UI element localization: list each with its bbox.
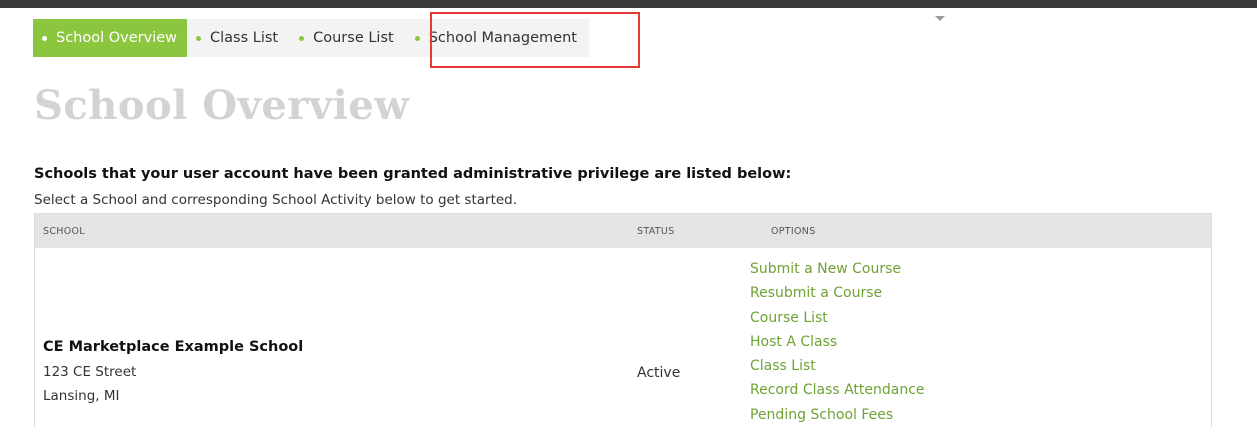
tab-label: School Overview: [56, 30, 178, 46]
table-header: SCHOOL STATUS OPTIONS: [35, 214, 1211, 248]
table-row: CE Marketplace Example School 123 CE Str…: [35, 248, 1211, 427]
intro-instructions: Select a School and corresponding School…: [34, 192, 518, 208]
option-host-class-link[interactable]: Host A Class: [750, 330, 925, 354]
school-name: CE Marketplace Example School: [43, 339, 304, 355]
bullet-icon: [414, 35, 420, 41]
option-record-attendance-link[interactable]: Record Class Attendance: [750, 378, 925, 402]
highlight-box: [430, 12, 640, 68]
intro-heading: Schools that your user account have been…: [34, 166, 792, 182]
bullet-icon: [299, 35, 305, 41]
school-address-line1: 123 CE Street: [43, 364, 137, 380]
tab-label: Class List: [210, 30, 279, 46]
option-resubmit-course-link[interactable]: Resubmit a Course: [750, 281, 925, 305]
caret-down-icon[interactable]: [935, 16, 945, 21]
header-options: OPTIONS: [771, 226, 816, 237]
status-text: Active: [637, 365, 681, 381]
option-course-list-link[interactable]: Course List: [750, 306, 925, 330]
bullet-icon: [42, 35, 47, 41]
page-title: School Overview: [34, 82, 410, 129]
tab-school-overview[interactable]: School Overview: [33, 19, 188, 57]
header-school: SCHOOL: [43, 226, 85, 237]
option-submit-new-course-link[interactable]: Submit a New Course: [750, 257, 925, 281]
tab-class-list[interactable]: Class List: [187, 19, 290, 57]
option-class-list-link[interactable]: Class List: [750, 354, 925, 378]
tab-label: Course List: [313, 30, 394, 46]
options-list: Submit a New Course Resubmit a Course Co…: [750, 257, 925, 427]
bullet-icon: [196, 35, 202, 41]
option-pending-fees-link[interactable]: Pending School Fees: [750, 403, 925, 427]
school-address-line2: Lansing, MI: [43, 388, 120, 404]
top-bar: [0, 0, 1257, 8]
schools-table: SCHOOL STATUS OPTIONS CE Marketplace Exa…: [34, 213, 1212, 427]
tab-course-list[interactable]: Course List: [290, 19, 406, 57]
header-status: STATUS: [637, 226, 675, 237]
